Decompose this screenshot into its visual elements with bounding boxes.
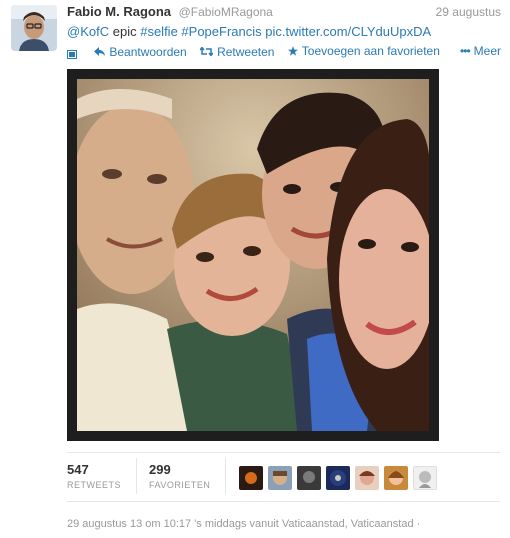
reply-label: Beantwoorden <box>109 44 187 59</box>
author-name[interactable]: Fabio M. Ragona <box>67 4 171 19</box>
stats-separator <box>225 458 226 494</box>
media-icon[interactable] <box>67 48 77 60</box>
hashtag-selfie-link[interactable]: #selfie <box>140 24 178 39</box>
star-icon <box>287 46 298 56</box>
tweet-timestamp[interactable]: 29 augustus 13 om 10:17 's middags vanui… <box>67 518 420 530</box>
hashtag-popefrancis-link[interactable]: #PopeFrancis <box>181 24 261 39</box>
author-avatar[interactable] <box>11 5 57 51</box>
pic-link[interactable]: pic.twitter.com/CLYduUpxDA <box>265 24 431 39</box>
more-label: Meer <box>473 44 501 58</box>
favorite-label: Toevoegen aan favorieten <box>301 44 440 58</box>
more-dots-icon: ••• <box>460 44 471 58</box>
retweets-label: RETWEETS <box>67 480 122 490</box>
stats-separator <box>136 458 137 494</box>
retweet-icon <box>200 47 214 56</box>
favoriter-avatar[interactable] <box>239 466 263 490</box>
reply-icon <box>94 47 106 56</box>
retweets-count: 547 <box>67 462 89 477</box>
retweet-button[interactable]: Retweeten <box>200 45 274 59</box>
favorites-label: FAVORIETEN <box>149 480 211 490</box>
favorites-count: 299 <box>149 462 171 477</box>
tweet-date[interactable]: 29 augustus <box>436 5 501 19</box>
reply-button[interactable]: Beantwoorden <box>94 44 187 59</box>
tweet-actions: Beantwoorden Retweeten Toevoegen aan fav… <box>67 44 501 60</box>
favoriter-avatar[interactable] <box>355 466 379 490</box>
tweet-text: @KofC epic #selfie #PopeFrancis pic.twit… <box>67 24 431 39</box>
favoriter-avatar[interactable] <box>384 466 408 490</box>
author-handle[interactable]: @FabioMRagona <box>179 5 273 19</box>
mention-link[interactable]: @KofC <box>67 24 109 39</box>
retweet-label: Retweeten <box>217 44 275 59</box>
more-button[interactable]: ••• Meer <box>460 44 501 58</box>
stats-top-divider <box>67 452 500 453</box>
tweet-header: Fabio M. Ragona @FabioMRagona 29 augustu… <box>67 4 501 22</box>
favorites-stat[interactable]: 299 FAVORIETEN <box>149 462 210 490</box>
favoriter-avatar[interactable] <box>413 466 437 490</box>
favorite-button[interactable]: Toevoegen aan favorieten <box>287 44 440 58</box>
stats-bottom-divider <box>67 501 500 502</box>
favoriter-avatar[interactable] <box>297 466 321 490</box>
tweet-text-plain: epic <box>112 24 137 39</box>
retweets-stat[interactable]: 547 RETWEETS <box>67 462 121 490</box>
favoriter-avatar[interactable] <box>268 466 292 490</box>
favoriter-avatar[interactable] <box>326 466 350 490</box>
selfie-photo[interactable] <box>77 79 429 431</box>
tweet-photo-frame[interactable] <box>67 69 439 441</box>
